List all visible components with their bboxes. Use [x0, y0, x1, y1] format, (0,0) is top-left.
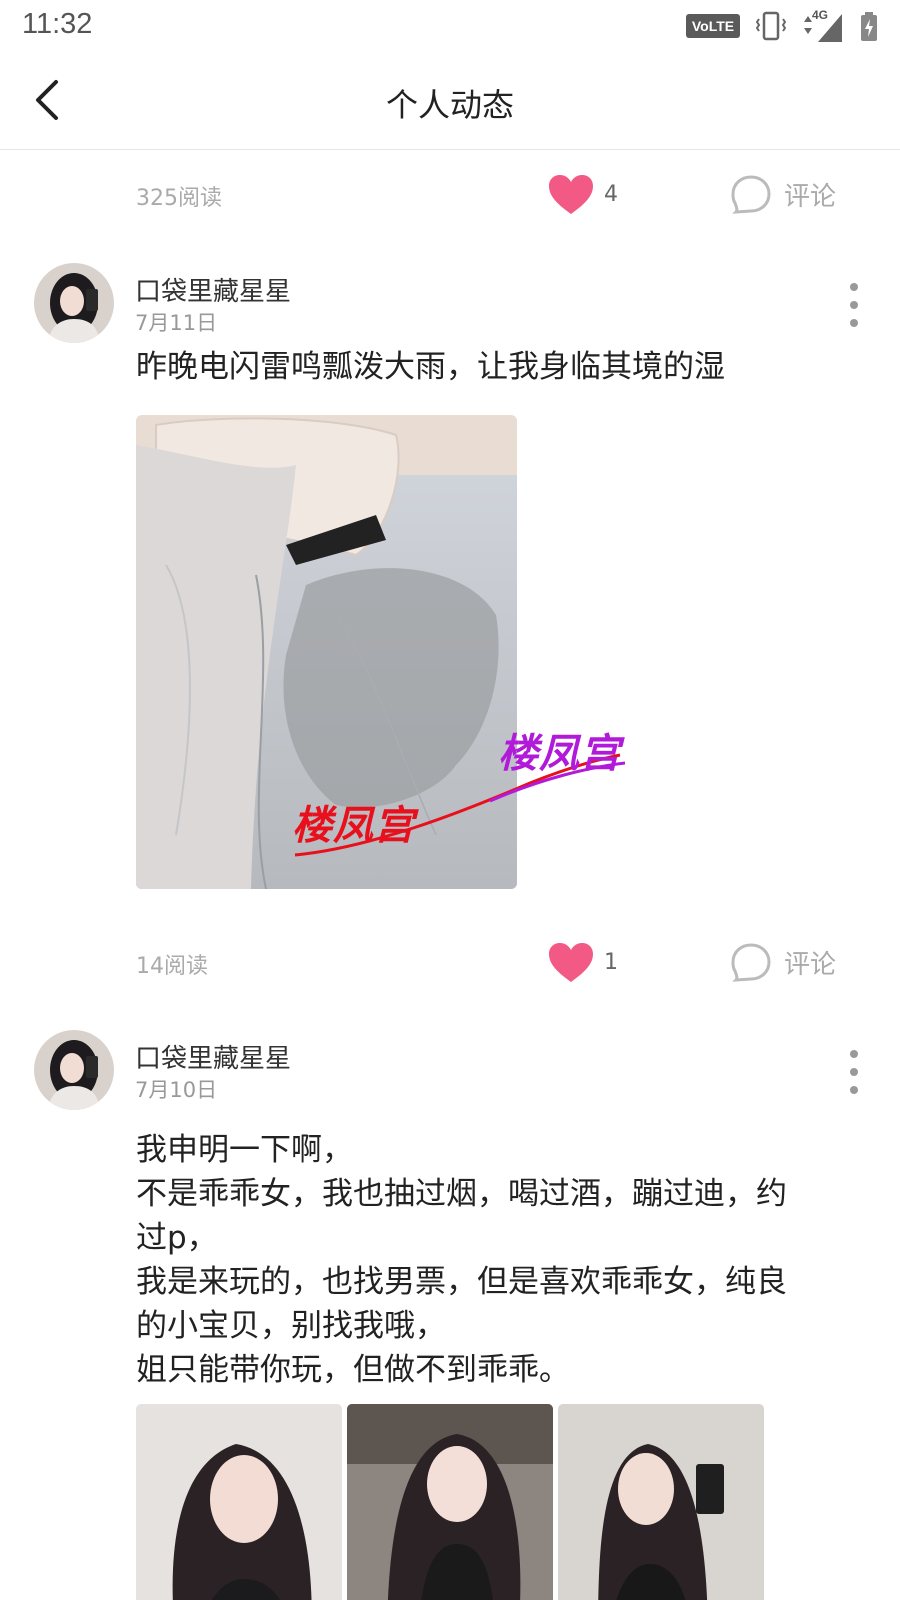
comment-bubble-icon	[731, 943, 771, 982]
portrait-photo	[347, 1404, 553, 1600]
post-card: 口袋里藏星星 7月11日 昨晚电闪雷鸣瓢泼大雨，让我身临其境的湿 楼凤宫 楼凤宫	[0, 263, 900, 903]
status-bar: 11:32 VoLTE 4G	[0, 0, 900, 52]
post-text-line: 过p，	[136, 1220, 218, 1256]
comment-bubble-icon	[731, 175, 771, 214]
network-label: 4G	[812, 8, 829, 22]
more-dot-icon	[850, 283, 858, 291]
post-text-line: 我是来玩的，也找男票，但是喜欢乖乖女，纯良	[136, 1264, 787, 1300]
post-date: 7月11日	[135, 311, 218, 335]
post-text-line: 的小宝贝，别找我哦，	[136, 1308, 446, 1344]
username[interactable]: 口袋里藏星星	[135, 271, 291, 308]
post-text: 我申明一下啊， 不是乖乖女，我也抽过烟，喝过酒，蹦过迪，约 过p， 我是来玩的，…	[136, 1128, 856, 1392]
portrait-photo	[136, 1404, 342, 1600]
post-text-line: 昨晚电闪雷鸣瓢泼大雨，让我身临其境的湿	[136, 349, 725, 385]
post-card: 口袋里藏星星 7月10日 我申明一下啊， 不是乖乖女，我也抽过烟，喝过酒，蹦过迪…	[0, 1030, 900, 1600]
comment-button[interactable]: 评论	[730, 170, 860, 218]
comment-button[interactable]: 评论	[730, 938, 860, 986]
like-count: 1	[604, 950, 618, 975]
post-stats-row: 325阅读 4 评论	[0, 170, 900, 218]
post-image[interactable]	[347, 1404, 553, 1600]
post-text-line: 姐只能带你玩，但做不到乖乖。	[136, 1352, 570, 1388]
comment-label: 评论	[784, 950, 837, 980]
watermark-text: 楼凤宫	[498, 731, 621, 777]
post-date: 7月10日	[135, 1078, 218, 1102]
username[interactable]: 口袋里藏星星	[135, 1038, 291, 1075]
like-button[interactable]: 1	[548, 942, 628, 984]
avatar-photo	[34, 263, 114, 343]
comment-label: 评论	[784, 182, 837, 212]
avatar[interactable]	[34, 1030, 114, 1110]
read-count: 14阅读	[136, 954, 208, 979]
post-image[interactable]	[558, 1404, 764, 1600]
like-button[interactable]: 4	[548, 174, 628, 216]
volte-badge: VoLTE	[686, 14, 740, 38]
more-dot-icon	[850, 1086, 858, 1094]
portrait-photo	[558, 1404, 764, 1600]
heart-icon	[549, 175, 593, 214]
avatar[interactable]	[34, 263, 114, 343]
more-options-button[interactable]	[846, 1050, 862, 1094]
post-text-line: 不是乖乖女，我也抽过烟，喝过酒，蹦过迪，约	[136, 1176, 787, 1212]
watermark-text: 楼凤宫	[292, 803, 415, 849]
more-dot-icon	[850, 1068, 858, 1076]
more-dot-icon	[850, 319, 858, 327]
more-dot-icon	[850, 301, 858, 309]
post-text: 昨晚电闪雷鸣瓢泼大雨，让我身临其境的湿	[136, 345, 856, 389]
like-count: 4	[604, 182, 618, 207]
status-time: 11:32	[22, 8, 93, 40]
read-count: 325阅读	[136, 186, 222, 211]
more-dot-icon	[850, 1050, 858, 1058]
more-options-button[interactable]	[846, 283, 862, 327]
nav-bar: 个人动态	[0, 52, 900, 150]
page-title: 个人动态	[385, 86, 514, 124]
post-stats-row: 14阅读 1 评论	[0, 938, 900, 986]
avatar-photo	[34, 1030, 114, 1110]
vibrate-icon	[756, 11, 786, 41]
battery-icon	[861, 12, 877, 41]
post-text-line: 我申明一下啊，	[136, 1132, 353, 1168]
post-image[interactable]	[136, 1404, 342, 1600]
post-image-grid	[136, 1404, 766, 1600]
heart-icon	[549, 943, 593, 982]
